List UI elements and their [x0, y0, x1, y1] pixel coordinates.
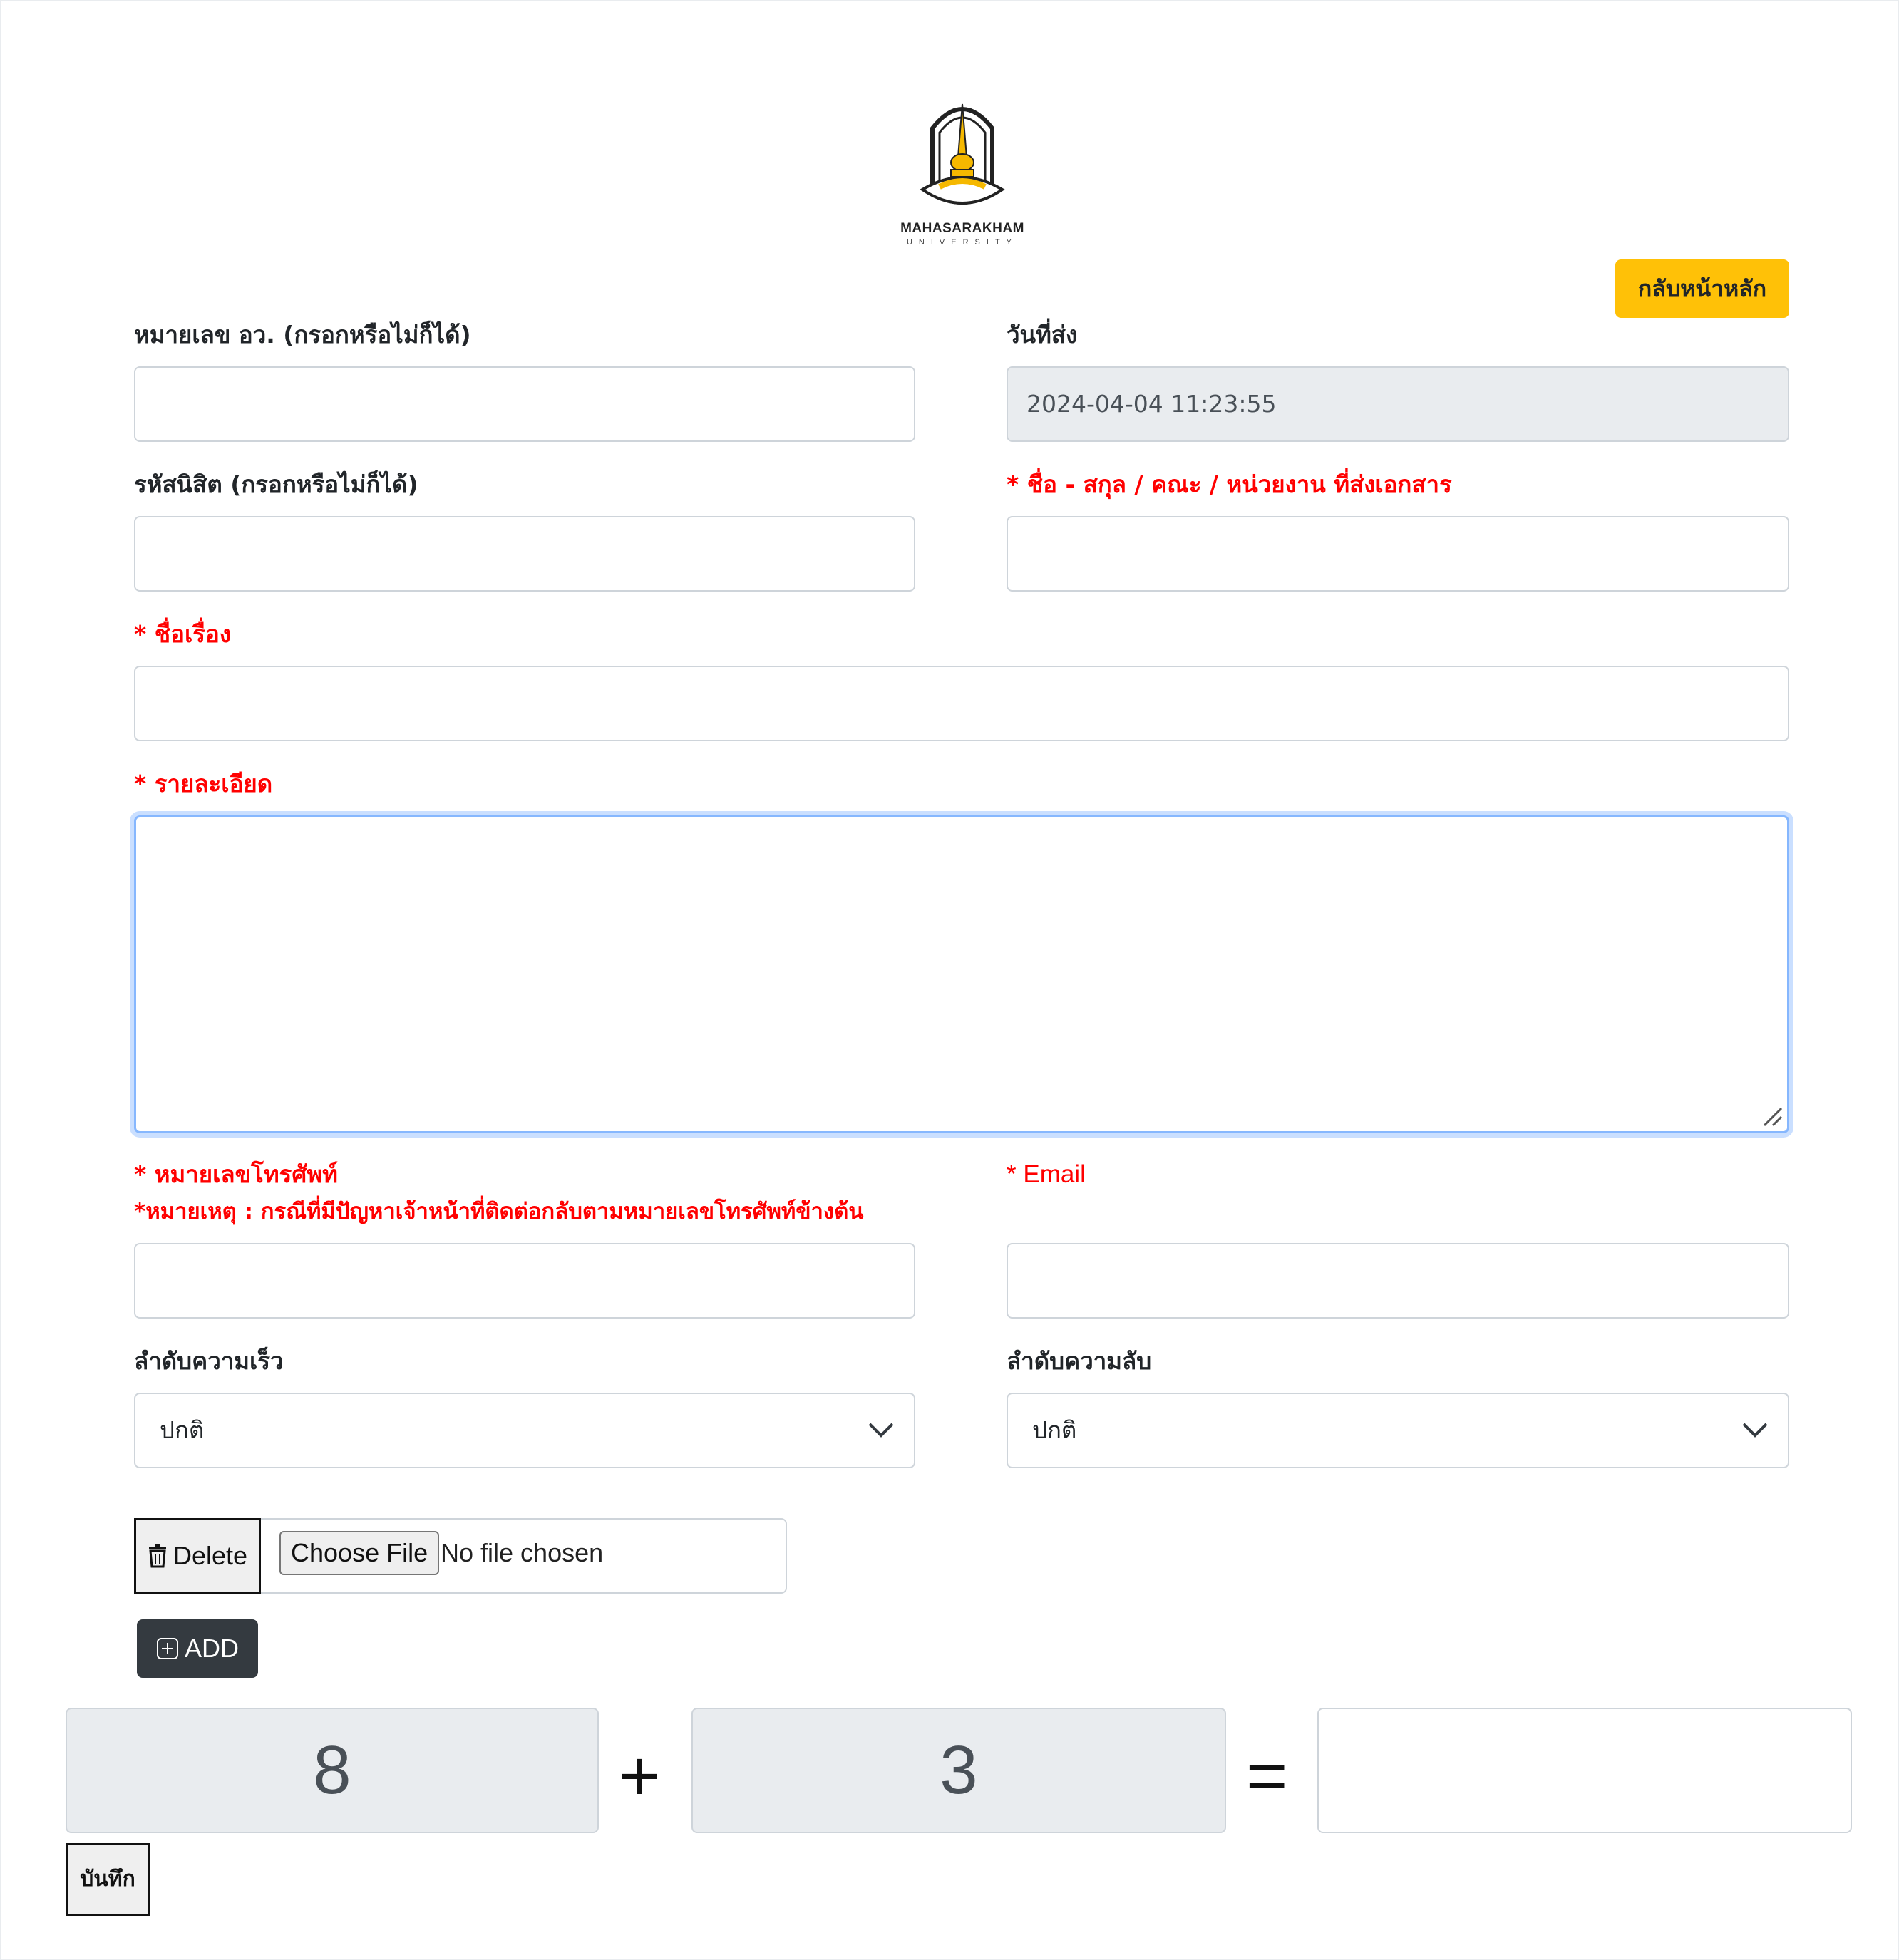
save-button[interactable]: บันทึก	[66, 1843, 150, 1916]
email-label: * Email	[1007, 1160, 1086, 1188]
email-input[interactable]	[1007, 1243, 1789, 1319]
sender-name-input[interactable]	[1007, 516, 1789, 592]
student-id-label: รหัสนิสิต (กรอกหรือไม่ก็ได้)	[134, 470, 418, 498]
university-emblem-icon	[920, 103, 1005, 205]
doc-number-input[interactable]	[134, 366, 915, 442]
add-file-button[interactable]: ADD	[137, 1619, 258, 1678]
file-status: No file chosen	[441, 1538, 604, 1567]
captcha-number-a: 8	[66, 1708, 599, 1833]
logo-title: MAHASARAKHAM	[900, 221, 1024, 236]
subject-label: * ชื่อเรื่อง	[134, 620, 231, 648]
chevron-down-icon	[868, 1423, 894, 1438]
chevron-down-icon	[1742, 1423, 1768, 1438]
confidentiality-selected: ปกติ	[1032, 1416, 1077, 1444]
confidentiality-label: ลำดับความลับ	[1007, 1347, 1152, 1375]
details-textarea[interactable]	[134, 815, 1789, 1133]
captcha-number-b: 3	[691, 1708, 1226, 1833]
trash-icon	[148, 1544, 166, 1568]
phone-note: *หมายเหตุ : กรณีที่มีปัญหาเจ้าหน้าที่ติด…	[134, 1199, 864, 1224]
urgency-select[interactable]: ปกติ	[134, 1393, 915, 1468]
urgency-label: ลำดับความเร็ว	[134, 1347, 284, 1375]
back-home-button[interactable]: กลับหน้าหลัก	[1615, 259, 1789, 318]
phone-label: * หมายเลขโทรศัพท์	[134, 1160, 338, 1188]
urgency-selected: ปกติ	[160, 1416, 205, 1444]
captcha-plus: +	[619, 1736, 661, 1816]
details-label: * รายละเอียด	[134, 770, 273, 798]
file-input[interactable]: Choose File No file chosen	[261, 1518, 787, 1594]
phone-input[interactable]	[134, 1243, 915, 1319]
logo-subtitle: UNIVERSITY	[906, 238, 1018, 247]
university-logo: MAHASARAKHAM UNIVERSITY	[898, 91, 1026, 255]
captcha-answer-input[interactable]	[1317, 1708, 1852, 1833]
confidentiality-select[interactable]: ปกติ	[1007, 1393, 1789, 1468]
choose-file-button[interactable]: Choose File	[279, 1531, 440, 1575]
delete-file-button[interactable]: Delete	[134, 1518, 261, 1594]
resize-grip-icon[interactable]	[1761, 1105, 1783, 1127]
send-date-input: 2024-04-04 11:23:55	[1007, 366, 1789, 442]
add-label: ADD	[184, 1634, 239, 1663]
subject-input[interactable]	[134, 666, 1789, 741]
doc-number-label: หมายเลข อว. (กรอกหรือไม่ก็ได้)	[134, 321, 471, 349]
send-date-label: วันที่ส่ง	[1007, 321, 1078, 349]
student-id-input[interactable]	[134, 516, 915, 592]
captcha-equals: =	[1246, 1736, 1288, 1816]
sender-name-label: * ชื่อ - สกุล / คณะ / หน่วยงาน ที่ส่งเอก…	[1007, 470, 1452, 498]
delete-label: Delete	[173, 1541, 248, 1570]
plus-square-icon	[156, 1638, 178, 1659]
